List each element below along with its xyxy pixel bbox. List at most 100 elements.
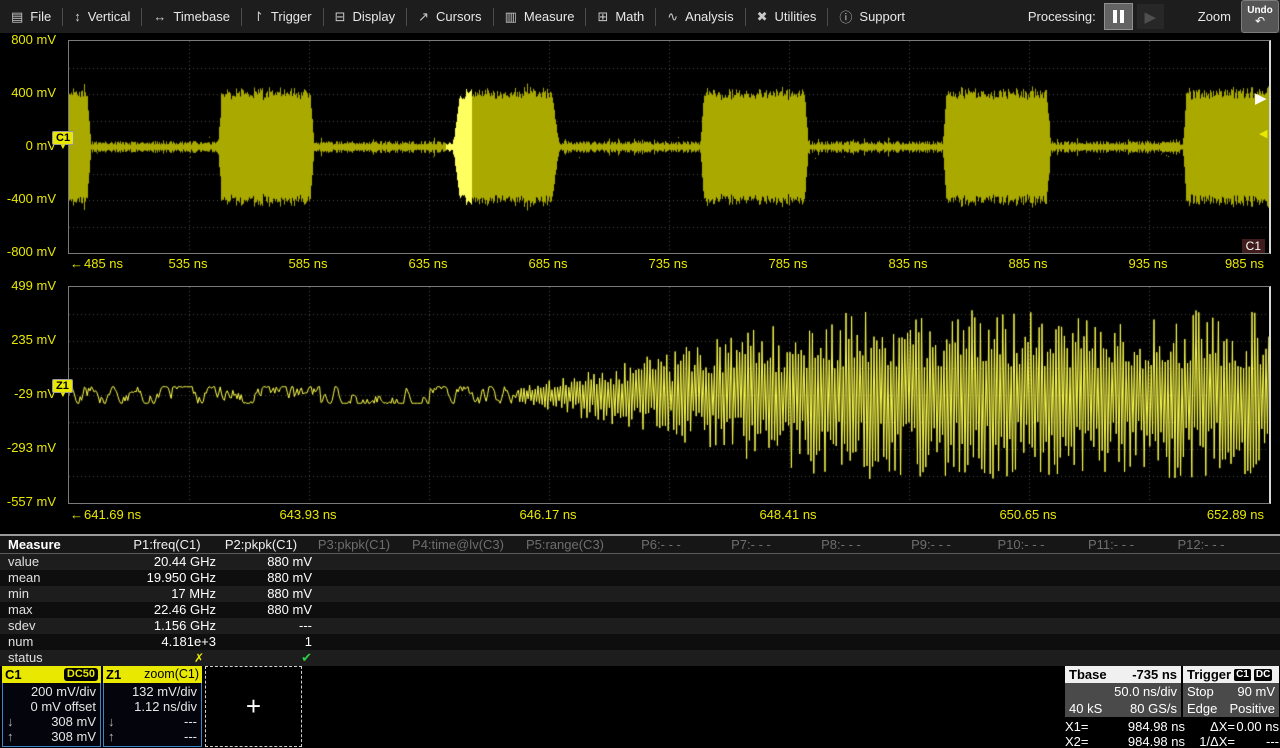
- measure-value-cell: 880 mV: [222, 586, 318, 602]
- measure-value-cell: [1126, 634, 1222, 650]
- trigger-level-marker-icon[interactable]: ◀: [1259, 128, 1267, 140]
- measure-row-num: num4.181e+31: [0, 634, 1280, 650]
- cursors-icon: ↗: [418, 9, 429, 25]
- measure-column-header[interactable]: P10:- - -: [976, 536, 1066, 553]
- measure-value-cell: [934, 602, 1030, 618]
- measure-row-max: max22.46 GHz880 mV: [0, 602, 1280, 618]
- measure-status-cell: [538, 650, 646, 666]
- menu-item-display[interactable]: ⊟Display: [324, 0, 407, 33]
- timebase-rate: 80 GS/s: [1130, 700, 1177, 717]
- measure-value-cell: [318, 554, 420, 570]
- menu-item-vertical[interactable]: ↕Vertical: [63, 0, 141, 33]
- menu-item-measure[interactable]: ▥Measure: [494, 0, 586, 33]
- measure-column-header[interactable]: P9:- - -: [886, 536, 976, 553]
- timebase-body: 50.0 ns/div 40 kS 80 GS/s: [1065, 683, 1181, 717]
- timebase-box[interactable]: Tbase -735 ns 50.0 ns/div 40 kS 80 GS/s: [1065, 666, 1181, 717]
- c1-badge-pointer-icon: ▼: [59, 143, 67, 151]
- y-axis-label: -29 mV: [14, 386, 56, 401]
- measure-column-header[interactable]: P2:pkpk(C1): [216, 536, 306, 553]
- timebase-header: Tbase -735 ns: [1065, 666, 1181, 683]
- c1-descriptor-box[interactable]: C1 DC50 200 mV/div 0 mV offset ↓ 308 mV …: [2, 666, 101, 747]
- measure-value-cell: [1030, 570, 1126, 586]
- dx-value: 0.00 ns: [1235, 719, 1279, 734]
- trigger-type: Edge: [1187, 700, 1217, 717]
- menu-item-support[interactable]: ⓘSupport: [828, 0, 916, 33]
- main-waveform-canvas[interactable]: [69, 41, 1269, 253]
- trigger-level: 90 mV: [1237, 683, 1275, 700]
- measure-header-row: MeasureP1:freq(C1)P2:pkpk(C1)P3:pkpk(C1)…: [0, 536, 1280, 554]
- zoom-waveform-plot[interactable]: [68, 286, 1271, 504]
- measure-column-header[interactable]: P5:range(C3): [514, 536, 616, 553]
- measure-column-header[interactable]: P4:time@lv(C3): [402, 536, 514, 553]
- measure-status-cell: [838, 650, 934, 666]
- trigger-box[interactable]: Trigger C1 DC Stop 90 mV Edge Positive: [1183, 666, 1279, 717]
- measure-value-cell: [838, 586, 934, 602]
- trigger-position-marker-icon[interactable]: ▶: [1255, 93, 1267, 105]
- measure-title: Measure: [0, 536, 118, 553]
- measure-value-cell: [318, 586, 420, 602]
- measure-value-cell: [934, 554, 1030, 570]
- trigger-header: Trigger C1 DC: [1183, 666, 1279, 683]
- zoom-label: Zoom: [1198, 9, 1231, 24]
- measure-column-header[interactable]: P12:- - -: [1156, 536, 1246, 553]
- z1-tdiv: 1.12 ns/div: [104, 699, 201, 714]
- trigger-slope: Positive: [1229, 700, 1275, 717]
- measure-column-header[interactable]: P7:- - -: [706, 536, 796, 553]
- bottom-panel: C1 DC50 200 mV/div 0 mV offset ↓ 308 mV …: [0, 666, 1280, 748]
- measure-value-cell: [1126, 618, 1222, 634]
- add-trace-button[interactable]: +: [205, 666, 302, 747]
- oscilloscope-screen: ▤File↕Vertical↔Timebase↾Trigger⊟Display↗…: [0, 0, 1280, 748]
- menu-item-trigger[interactable]: ↾Trigger: [242, 0, 323, 33]
- measure-value-cell: [538, 602, 646, 618]
- measure-value-cell: [420, 554, 538, 570]
- measure-value-cell: [538, 554, 646, 570]
- measure-value-cell: [1030, 586, 1126, 602]
- measure-status-cell: [646, 650, 742, 666]
- measure-value-cell: [1222, 554, 1280, 570]
- main-waveform-plot[interactable]: [68, 40, 1271, 254]
- measure-value-cell: [838, 634, 934, 650]
- trigger-icon: ↾: [253, 9, 264, 25]
- timebase-perdiv: 50.0 ns/div: [1114, 683, 1177, 700]
- main-x-axis: ←485 ns535 ns585 ns635 ns685 ns735 ns785…: [68, 254, 1268, 274]
- measure-column-header[interactable]: P11:- - -: [1066, 536, 1156, 553]
- menu-item-cursors[interactable]: ↗Cursors: [407, 0, 492, 33]
- measure-status-cell: [1030, 650, 1126, 666]
- z1-descriptor-body: 132 mV/div 1.12 ns/div ↓ --- ↑ ---: [103, 683, 202, 747]
- measure-value-cell: [646, 554, 742, 570]
- measure-value-cell: [1222, 586, 1280, 602]
- trigger-source-badge: C1: [1234, 669, 1251, 681]
- main-y-axis: 800 mV400 mV0 mV-400 mV-800 mV: [0, 40, 62, 252]
- measure-value-cell: [1030, 618, 1126, 634]
- measure-column-header[interactable]: P1:freq(C1): [118, 536, 216, 553]
- menu-item-file[interactable]: ▤File: [0, 0, 62, 33]
- y-axis-label: 499 mV: [11, 278, 56, 293]
- z1-descriptor-box[interactable]: Z1 zoom(C1) 132 mV/div 1.12 ns/div ↓ ---…: [103, 666, 202, 747]
- invdx-value: ---: [1235, 734, 1279, 748]
- measure-value-cell: [838, 618, 934, 634]
- measure-column-header[interactable]: P8:- - -: [796, 536, 886, 553]
- measure-value-cell: [742, 554, 838, 570]
- menu-item-math[interactable]: ⊞Math: [586, 0, 655, 33]
- measure-value-cell: 1.156 GHz: [118, 618, 222, 634]
- menu-item-analysis[interactable]: ∿Analysis: [656, 0, 744, 33]
- menu-item-timebase[interactable]: ↔Timebase: [142, 0, 241, 33]
- y-axis-label: -800 mV: [7, 244, 56, 259]
- measure-status-cell: [1126, 650, 1222, 666]
- measure-status-cell: ✔: [222, 650, 318, 666]
- measure-column-header[interactable]: P6:- - -: [616, 536, 706, 553]
- zoom-waveform-canvas[interactable]: [69, 287, 1269, 503]
- trigger-body: Stop 90 mV Edge Positive: [1183, 683, 1279, 717]
- measure-column-header[interactable]: P3:pkpk(C1): [306, 536, 402, 553]
- measure-value-cell: [318, 602, 420, 618]
- undo-button[interactable]: Undo ↶: [1241, 0, 1279, 33]
- measure-row-min: min17 MHz880 mV: [0, 586, 1280, 602]
- c1-min-value: 308 mV: [51, 714, 96, 729]
- play-button[interactable]: ▶: [1137, 4, 1164, 29]
- menu-item-utilities[interactable]: ✖Utilities: [746, 0, 828, 33]
- trigger-coupling-badge: DC: [1254, 669, 1272, 681]
- pause-button[interactable]: [1104, 3, 1133, 30]
- z1-descriptor-header: Z1 zoom(C1): [103, 666, 202, 683]
- measure-value-cell: 19.950 GHz: [118, 570, 222, 586]
- measure-value-cell: [420, 570, 538, 586]
